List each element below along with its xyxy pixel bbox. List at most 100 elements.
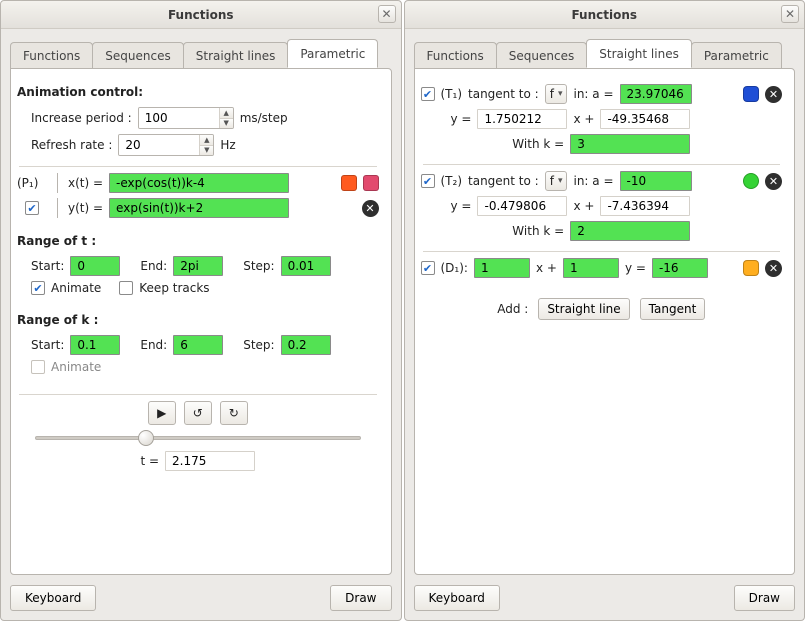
window-right: Functions ✕ Functions Sequences Straight… <box>404 0 805 621</box>
d1-label: (D₁): <box>441 261 468 275</box>
add-label: Add : <box>497 302 528 316</box>
y-eq: y = <box>625 261 646 275</box>
tab-functions[interactable]: Functions <box>414 42 497 69</box>
refresh-rate-label: Refresh rate : <box>31 138 112 152</box>
animate-t-label: Animate <box>51 281 101 295</box>
p1-enable-checkbox[interactable]: ✔ <box>25 201 39 215</box>
range-k-heading: Range of k : <box>17 313 379 327</box>
withk-label: With k = <box>512 224 564 238</box>
color-swatch-1[interactable] <box>341 175 357 191</box>
y-expr-input[interactable] <box>109 198 289 218</box>
content-left: Functions Sequences Straight lines Param… <box>1 29 401 620</box>
add-tangent-button[interactable]: Tangent <box>640 298 706 320</box>
d1-a-input[interactable] <box>474 258 530 278</box>
refresh-rate-unit: Hz <box>220 138 235 152</box>
t1-slope <box>477 109 567 129</box>
add-straight-line-button[interactable]: Straight line <box>538 298 629 320</box>
animate-k-label: Animate <box>51 360 101 374</box>
y-eq: y = <box>451 199 472 213</box>
scroll-left[interactable]: Animation control: Increase period : ▲▼ … <box>17 79 385 564</box>
t-end-input[interactable] <box>173 256 223 276</box>
d1-color-swatch[interactable] <box>743 260 759 276</box>
title-left: Functions <box>168 8 234 22</box>
tab-straight-lines[interactable]: Straight lines <box>586 39 692 68</box>
in-a-label: in: a = <box>573 87 613 101</box>
animate-k-checkbox <box>31 360 45 374</box>
t1-func-select[interactable]: f▾ <box>545 84 568 104</box>
t-step-input[interactable] <box>281 256 331 276</box>
titlebar-right: Functions ✕ <box>405 1 805 29</box>
tab-parametric[interactable]: Parametric <box>691 42 782 69</box>
t-step-label: Step: <box>243 259 274 273</box>
increase-period-input[interactable] <box>139 108 219 128</box>
t2-a-input[interactable] <box>620 171 692 191</box>
y-eq: y = <box>451 112 472 126</box>
refresh-rate-spin[interactable]: ▲▼ <box>118 134 214 156</box>
t1-color-swatch[interactable] <box>743 86 759 102</box>
range-t-heading: Range of t : <box>17 234 379 248</box>
tab-sequences[interactable]: Sequences <box>496 42 587 69</box>
tab-functions[interactable]: Functions <box>10 42 93 69</box>
increase-period-spin[interactable]: ▲▼ <box>138 107 234 129</box>
animate-t-checkbox[interactable]: ✔ <box>31 281 45 295</box>
loop-button[interactable]: ↻ <box>220 401 248 425</box>
increase-period-unit: ms/step <box>240 111 288 125</box>
tabs-right: Functions Sequences Straight lines Param… <box>414 39 796 68</box>
k-start-input[interactable] <box>70 335 120 355</box>
k-step-label: Step: <box>243 338 274 352</box>
titlebar-left: Functions ✕ <box>1 1 401 29</box>
increase-period-label: Increase period : <box>31 111 132 125</box>
t1-a-input[interactable] <box>620 84 692 104</box>
keyboard-button[interactable]: Keyboard <box>10 585 96 611</box>
k-end-label: End: <box>140 338 167 352</box>
t2-slope <box>477 196 567 216</box>
t-slider[interactable] <box>35 430 361 446</box>
title-right: Functions <box>571 8 637 22</box>
delete-p1-button[interactable]: ✕ <box>362 200 379 217</box>
in-a-label: in: a = <box>573 174 613 188</box>
keep-tracks-checkbox[interactable] <box>119 281 133 295</box>
tab-sequences[interactable]: Sequences <box>92 42 183 69</box>
p1-label: (P₁) <box>17 176 47 190</box>
k-end-input[interactable] <box>173 335 223 355</box>
refresh-rate-input[interactable] <box>119 135 199 155</box>
close-icon[interactable]: ✕ <box>378 5 396 23</box>
t-display-label: t = <box>140 454 159 468</box>
close-icon[interactable]: ✕ <box>781 5 799 23</box>
d1-y-input[interactable] <box>652 258 708 278</box>
t-display-value[interactable] <box>165 451 255 471</box>
x-plus: x + <box>536 261 557 275</box>
t-start-input[interactable] <box>70 256 120 276</box>
tab-straight-lines[interactable]: Straight lines <box>183 42 289 69</box>
t-start-label: Start: <box>31 259 64 273</box>
play-button[interactable]: ▶ <box>148 401 176 425</box>
reset-button[interactable]: ↺ <box>184 401 212 425</box>
keep-tracks-label: Keep tracks <box>139 281 209 295</box>
t2-delete-button[interactable]: ✕ <box>765 173 782 190</box>
draw-button[interactable]: Draw <box>330 585 391 611</box>
t1-enable-checkbox[interactable]: ✔ <box>421 87 435 101</box>
t1-k-input[interactable] <box>570 134 690 154</box>
t2-label: (T₂) <box>441 174 463 188</box>
x-expr-input[interactable] <box>109 173 289 193</box>
x-lhs: x(t) = <box>68 176 103 190</box>
t2-enable-checkbox[interactable]: ✔ <box>421 174 435 188</box>
x-plus: x + <box>573 112 594 126</box>
tab-body-left: Animation control: Increase period : ▲▼ … <box>10 68 392 575</box>
window-left: Functions ✕ Functions Sequences Straight… <box>0 0 402 621</box>
t2-color-swatch[interactable] <box>743 173 759 189</box>
keyboard-button[interactable]: Keyboard <box>414 585 500 611</box>
d1-enable-checkbox[interactable]: ✔ <box>421 261 435 275</box>
color-swatch-2[interactable] <box>363 175 379 191</box>
tabs-left: Functions Sequences Straight lines Param… <box>10 39 392 68</box>
scroll-right[interactable]: ✔ (T₁) tangent to : f▾ in: a = ✕ y = x + <box>421 79 789 564</box>
t1-delete-button[interactable]: ✕ <box>765 86 782 103</box>
k-start-label: Start: <box>31 338 64 352</box>
tab-parametric[interactable]: Parametric <box>287 39 378 68</box>
t2-func-select[interactable]: f▾ <box>545 171 568 191</box>
d1-delete-button[interactable]: ✕ <box>765 260 782 277</box>
t2-k-input[interactable] <box>570 221 690 241</box>
draw-button[interactable]: Draw <box>734 585 795 611</box>
k-step-input[interactable] <box>281 335 331 355</box>
d1-b-input[interactable] <box>563 258 619 278</box>
